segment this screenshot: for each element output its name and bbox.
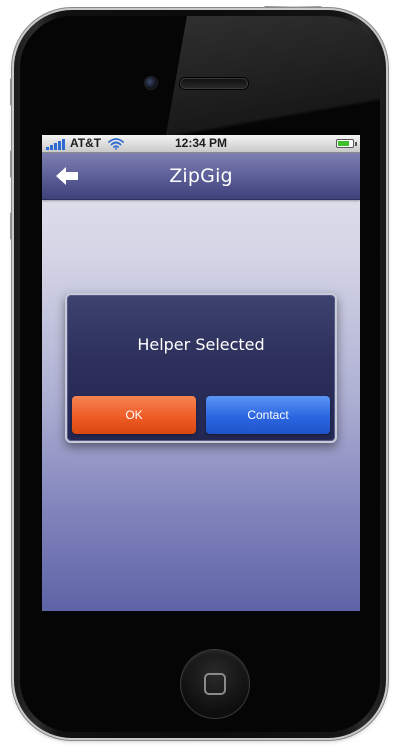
status-time: 12:34 PM: [174, 136, 228, 150]
status-bar: AT&T 12:34 PM: [42, 135, 360, 153]
nav-title: ZipGig: [169, 165, 233, 187]
home-button[interactable]: [181, 650, 249, 718]
home-button-icon: [204, 673, 226, 695]
battery-level: [338, 141, 349, 146]
app-screen: AT&T 12:34 PM ZipGig Helper Selected OK …: [42, 135, 360, 611]
dialog-message: Helper Selected: [137, 335, 265, 354]
front-camera-icon: [145, 77, 157, 89]
contact-button[interactable]: Contact: [206, 396, 330, 434]
earpiece-speaker: [180, 78, 248, 89]
battery-icon: [336, 139, 357, 148]
ok-button[interactable]: OK: [72, 396, 196, 434]
page: AT&T 12:34 PM ZipGig Helper Selected OK …: [0, 0, 400, 750]
navigation-bar: ZipGig: [42, 153, 360, 200]
helper-selected-dialog: Helper Selected OK Contact: [65, 293, 337, 443]
